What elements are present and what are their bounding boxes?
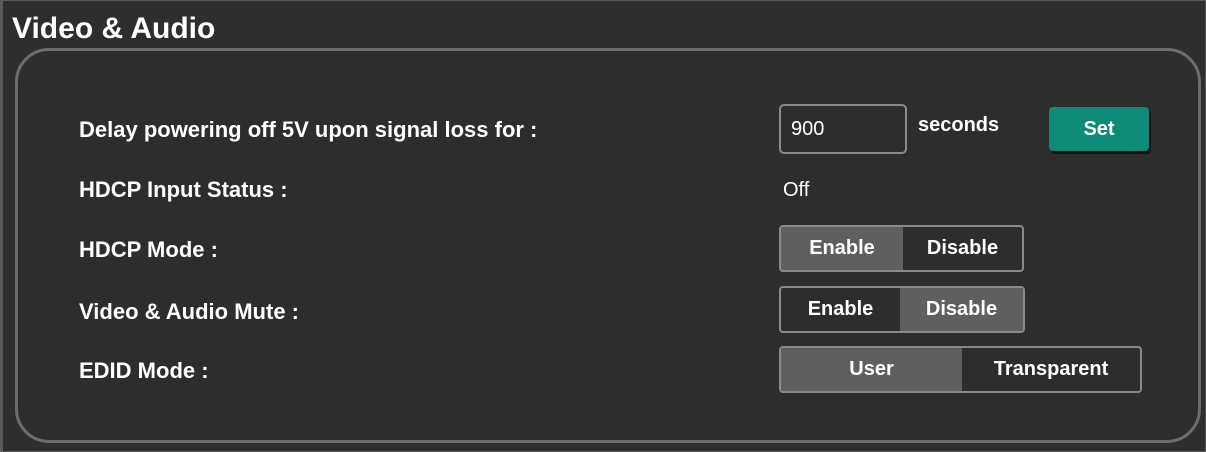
av-mute-enable-option[interactable]: Enable bbox=[781, 288, 900, 331]
hdcp-status-label: HDCP Input Status : bbox=[79, 177, 288, 202]
edid-mode-label: EDID Mode : bbox=[79, 358, 209, 383]
section-title: Video & Audio bbox=[12, 12, 216, 45]
video-audio-window: Video & Audio Delay powering off 5V upon… bbox=[0, 0, 1206, 452]
hdcp-mode-disable-option[interactable]: Disable bbox=[903, 227, 1022, 270]
av-mute-toggle: Enable Disable bbox=[779, 286, 1025, 333]
edid-mode-toggle: User Transparent bbox=[779, 346, 1142, 393]
edid-mode-user-option[interactable]: User bbox=[781, 348, 962, 391]
power-delay-input[interactable] bbox=[779, 104, 907, 154]
hdcp-mode-label: HDCP Mode : bbox=[79, 237, 218, 262]
av-mute-label: Video & Audio Mute : bbox=[79, 299, 299, 324]
power-delay-label: Delay powering off 5V upon signal loss f… bbox=[79, 117, 538, 142]
edid-mode-transparent-option[interactable]: Transparent bbox=[962, 348, 1140, 391]
power-delay-unit-label: seconds bbox=[918, 114, 1000, 136]
hdcp-status-value: Off bbox=[783, 179, 810, 201]
hdcp-mode-enable-option[interactable]: Enable bbox=[781, 227, 903, 270]
hdcp-mode-toggle: Enable Disable bbox=[779, 225, 1024, 272]
set-button[interactable]: Set bbox=[1049, 107, 1149, 151]
av-mute-disable-option[interactable]: Disable bbox=[900, 288, 1023, 331]
